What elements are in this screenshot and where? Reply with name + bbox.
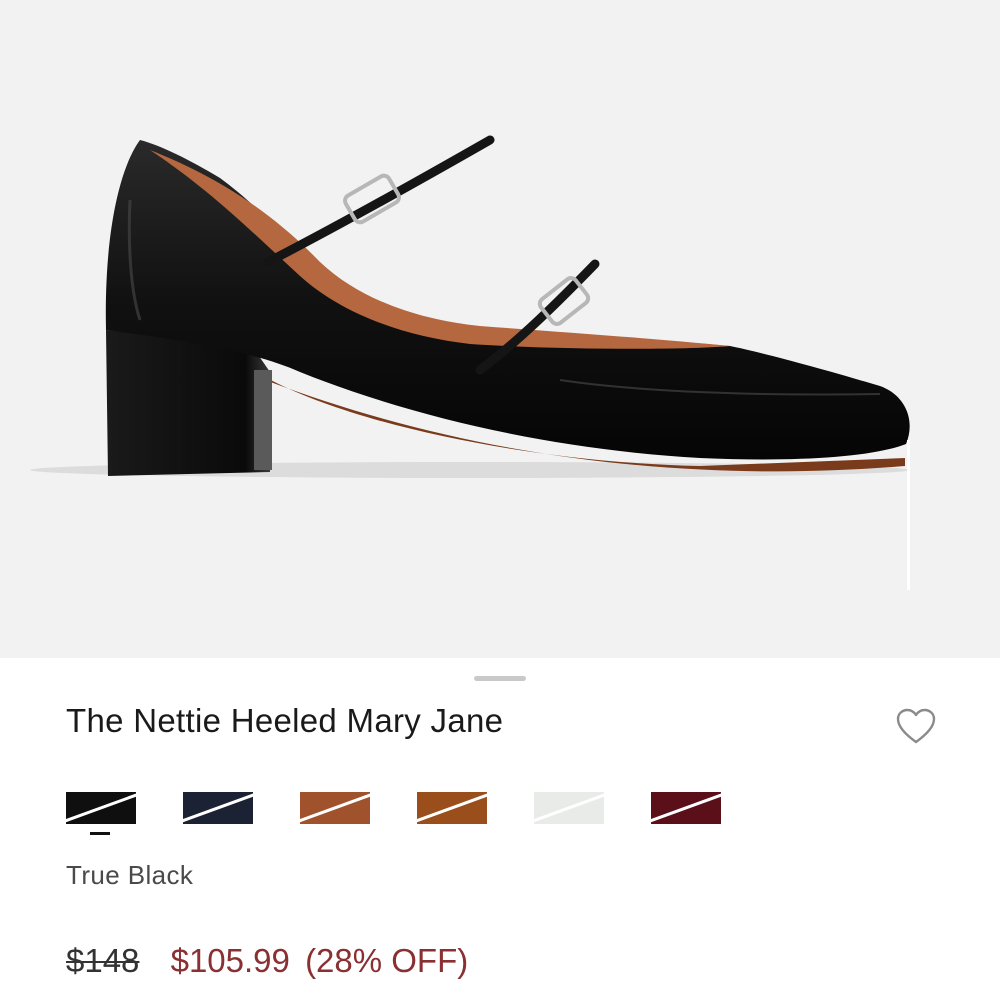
color-swatch-white[interactable] — [534, 792, 604, 824]
color-swatch-navy[interactable] — [183, 792, 253, 824]
color-swatch-list — [66, 792, 721, 835]
sheet-drag-handle[interactable] — [474, 676, 526, 681]
sale-price: $105.99 — [170, 942, 290, 979]
swatch-chip — [534, 792, 604, 824]
swatch-chip — [66, 792, 136, 824]
selected-color-name: True Black — [66, 860, 194, 890]
swatch-chip — [417, 792, 487, 824]
color-swatch-burgundy[interactable] — [651, 792, 721, 824]
swatch-chip — [300, 792, 370, 824]
original-price: $148 — [66, 942, 140, 979]
selected-swatch-indicator — [90, 832, 110, 835]
product-image[interactable] — [0, 0, 1000, 658]
product-page: The Nettie Heeled Mary Jane True Black $… — [0, 0, 1000, 1000]
swatch-chip — [183, 792, 253, 824]
color-swatch-cognac-suede[interactable] — [417, 792, 487, 824]
price-row: $148 $105.99 (28% OFF) — [66, 942, 468, 980]
color-swatch-cognac[interactable] — [300, 792, 370, 824]
swatch-chip — [651, 792, 721, 824]
product-title: The Nettie Heeled Mary Jane — [66, 702, 504, 739]
discount-label: (28% OFF) — [305, 942, 469, 979]
heart-icon[interactable] — [896, 708, 936, 746]
color-swatch-true-black[interactable] — [66, 792, 136, 835]
product-details-sheet: The Nettie Heeled Mary Jane True Black $… — [0, 658, 1000, 1000]
shoe-illustration — [30, 135, 910, 590]
